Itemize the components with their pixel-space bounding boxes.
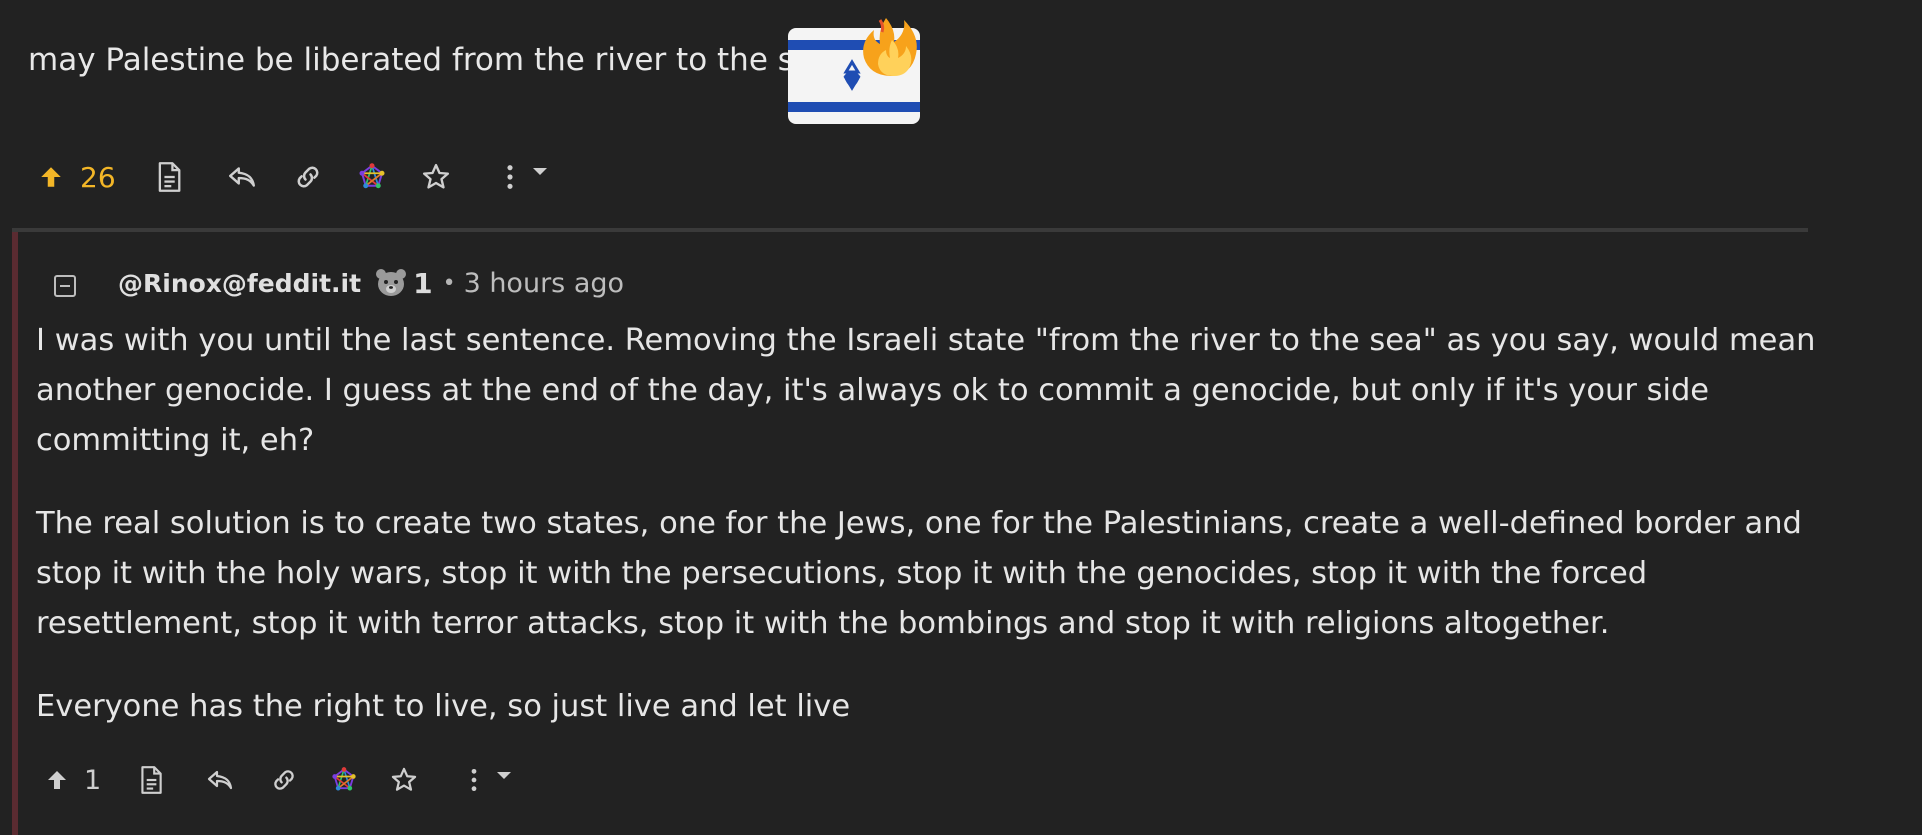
collapse-comment-button[interactable] [54,275,76,297]
comment-header: @Rinox@feddit.it 1 • 3 hours ago [54,263,624,303]
comment-body: I was with you until the last sentence. … [36,316,1816,765]
upvote-count: 1 [84,764,102,796]
view-source-button[interactable] [152,155,186,199]
more-vertical-icon [507,165,513,189]
more-vertical-icon [471,768,477,792]
more-options-button[interactable] [502,155,552,199]
comment-author-link[interactable]: @Rinox@feddit.it [118,269,361,298]
reply-button[interactable] [201,758,239,802]
caret-down-icon [497,772,512,779]
save-button[interactable] [416,155,456,199]
fediverse-button[interactable] [325,758,363,802]
upvote-count: 26 [80,160,116,194]
comment-thread-line [12,232,18,835]
fediverse-button[interactable] [352,155,392,199]
document-icon [141,766,162,794]
bear-icon [375,268,407,298]
comment-paragraph: Everyone has the right to live, so just … [36,689,851,724]
comment-paragraph: The real solution is to create two state… [36,506,1802,641]
post-action-bar: 26 [34,155,552,199]
copy-link-button[interactable] [265,758,303,802]
reply-icon [228,167,255,187]
upvote-button[interactable] [42,758,72,802]
post-body-text: may Palestine be liberated from the rive… [28,42,832,78]
comment-paragraph: I was with you until the last sentence. … [36,323,1816,458]
more-options-button[interactable] [467,758,515,802]
fediverse-icon [359,163,385,189]
caret-down-icon [532,168,547,175]
document-icon [158,162,181,192]
bullet-separator: • [442,270,456,296]
comment-action-bar: 1 [42,758,515,802]
israeli-flag-on-fire-emoji [788,18,920,124]
reply-icon [208,770,233,790]
save-button[interactable] [385,758,423,802]
comment-score: 1 [413,266,433,300]
comment-timestamp: 3 hours ago [463,267,625,299]
link-icon [274,770,294,790]
fediverse-icon [332,767,356,791]
arrow-up-icon [48,771,66,789]
arrow-up-icon [41,167,61,187]
reply-button[interactable] [222,155,262,199]
copy-link-button[interactable] [288,155,328,199]
star-icon [422,163,449,189]
thread-view: may Palestine be liberated from the rive… [0,0,1922,835]
view-source-button[interactable] [135,758,167,802]
star-icon [391,767,417,791]
link-icon [297,166,319,188]
divider [12,228,1808,232]
upvote-button[interactable] [34,155,68,199]
